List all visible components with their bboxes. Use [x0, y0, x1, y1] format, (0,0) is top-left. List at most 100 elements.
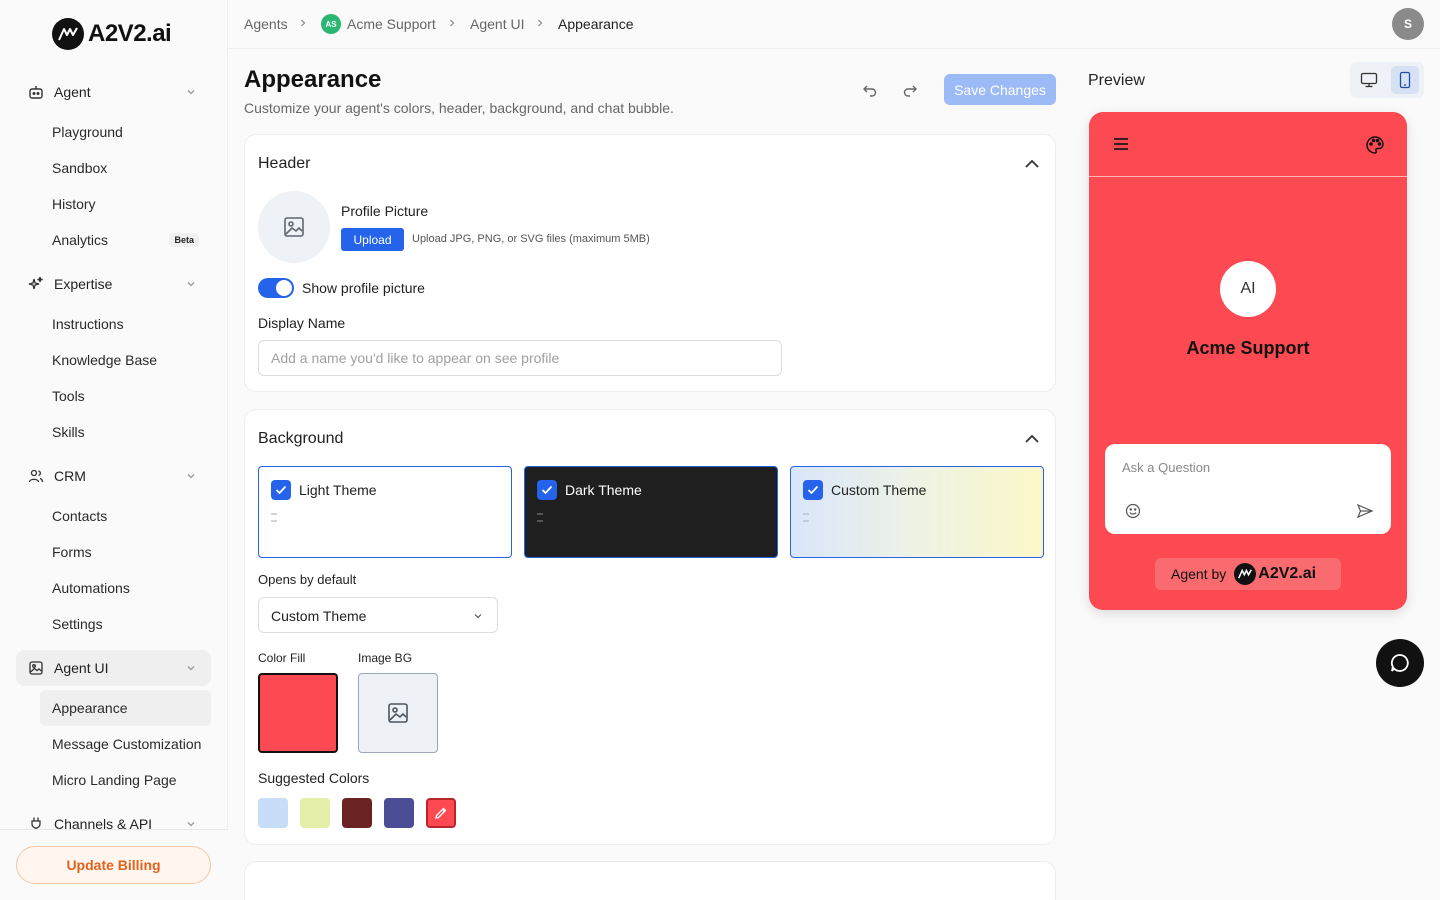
- preview-title: Preview: [1088, 72, 1145, 89]
- upload-hint: Upload JPG, PNG, or SVG files (maximum 5…: [412, 233, 650, 245]
- image-bg-picker[interactable]: [358, 673, 438, 753]
- theme-card-custom[interactable]: Custom Theme: [790, 466, 1044, 558]
- profile-picture-placeholder[interactable]: [258, 191, 330, 263]
- breadcrumb-appearance: Appearance: [558, 16, 634, 32]
- theme-label: Custom Theme: [831, 482, 927, 498]
- mobile-icon: [1399, 71, 1411, 89]
- checkbox-checked-icon[interactable]: [537, 480, 557, 500]
- header-section-card: Header Profile Picture Upload Upload JPG…: [244, 134, 1056, 392]
- chevron-right-icon: [301, 19, 306, 27]
- nav-item-settings[interactable]: Settings: [40, 606, 211, 642]
- chevron-right-icon: [538, 19, 543, 27]
- nav-group-label: Agent: [54, 84, 91, 100]
- suggested-color-swatch[interactable]: [342, 798, 372, 828]
- custom-color-picker-button[interactable]: [426, 798, 456, 828]
- show-profile-label: Show profile picture: [302, 280, 425, 296]
- chevron-up-icon[interactable]: [1023, 430, 1041, 448]
- nav-item-label: Analytics: [52, 232, 109, 248]
- suggested-color-swatch[interactable]: [258, 798, 288, 828]
- redo-button[interactable]: [896, 76, 924, 104]
- checkbox-checked-icon[interactable]: [803, 480, 823, 500]
- brand-logo[interactable]: A2V2.ai: [52, 16, 172, 52]
- checkbox-checked-icon[interactable]: [271, 480, 291, 500]
- chevron-down-icon: [187, 474, 195, 479]
- device-toggle: [1350, 62, 1424, 98]
- chevron-down-icon: [187, 282, 195, 287]
- upload-button[interactable]: Upload: [341, 228, 404, 251]
- chevron-down-icon: [187, 90, 195, 95]
- nav-group-agent[interactable]: Agent: [16, 74, 211, 110]
- chat-bubble-icon: [1390, 654, 1409, 672]
- color-fill-swatch[interactable]: [258, 673, 338, 753]
- chevron-up-icon[interactable]: [1023, 155, 1041, 173]
- show-profile-toggle[interactable]: [258, 278, 294, 298]
- nav-item-contacts[interactable]: Contacts: [40, 498, 211, 534]
- breadcrumb-acme-support[interactable]: Acme Support: [347, 16, 436, 32]
- beta-badge: Beta: [169, 233, 199, 247]
- nav-item-tools[interactable]: Tools: [40, 378, 211, 414]
- display-name-label: Display Name: [258, 315, 346, 331]
- toggle-knob: [276, 280, 292, 296]
- nav-item-micro-landing-page[interactable]: Micro Landing Page: [40, 762, 211, 798]
- suggested-color-swatch[interactable]: [384, 798, 414, 828]
- save-changes-button[interactable]: Save Changes: [944, 74, 1056, 105]
- theme-card-dark[interactable]: Dark Theme: [524, 466, 778, 558]
- preview-line: [537, 520, 543, 522]
- mobile-view-button[interactable]: [1391, 66, 1419, 94]
- page-subtitle: Customize your agent's colors, header, b…: [244, 100, 674, 116]
- chevron-down-icon: [187, 666, 195, 671]
- nav-group-label: Agent UI: [54, 660, 109, 676]
- chat-preview-phone: AI Acme Support Ask a Question Agent by …: [1089, 112, 1407, 610]
- chevron-right-icon: [450, 19, 455, 27]
- nav-item-forms[interactable]: Forms: [40, 534, 211, 570]
- next-section-card: [244, 861, 1056, 900]
- update-billing-button[interactable]: Update Billing: [16, 846, 211, 884]
- theme-label: Dark Theme: [565, 482, 642, 498]
- breadcrumb-agent-ui[interactable]: Agent UI: [470, 16, 524, 32]
- background-section-card: Background Light Theme Dark Theme Custom…: [244, 409, 1056, 845]
- header-section-title: Header: [258, 155, 311, 172]
- header-divider: [1089, 176, 1407, 177]
- nav-item-analytics[interactable]: Analytics Beta: [40, 222, 211, 258]
- suggested-color-swatch[interactable]: [300, 798, 330, 828]
- nav-group-expertise[interactable]: Expertise: [16, 266, 211, 302]
- breadcrumb-agents[interactable]: Agents: [244, 16, 288, 32]
- user-avatar[interactable]: S: [1392, 8, 1424, 40]
- preview-line: [803, 520, 809, 522]
- undo-button[interactable]: [856, 76, 884, 104]
- nav-item-instructions[interactable]: Instructions: [40, 306, 211, 342]
- opens-by-default-select[interactable]: Custom Theme: [258, 597, 498, 633]
- nav-item-appearance[interactable]: Appearance: [40, 690, 211, 726]
- display-name-input[interactable]: [258, 340, 782, 376]
- powered-by-badge[interactable]: Agent by A2V2.ai: [1155, 558, 1341, 590]
- nav-item-playground[interactable]: Playground: [40, 114, 211, 150]
- preview-line: [537, 513, 543, 515]
- preview-line: [803, 513, 809, 515]
- nav-item-history[interactable]: History: [40, 186, 211, 222]
- palette-icon[interactable]: [1365, 135, 1385, 155]
- nav-item-knowledge-base[interactable]: Knowledge Base: [40, 342, 211, 378]
- powered-by-logo: A2V2.ai: [1234, 563, 1316, 585]
- desktop-view-button[interactable]: [1355, 66, 1383, 94]
- nav-item-message-customization[interactable]: Message Customization: [40, 726, 211, 762]
- nav-group-label: Expertise: [54, 276, 113, 292]
- powered-by-label: Agent by: [1171, 566, 1227, 582]
- nav-item-automations[interactable]: Automations: [40, 570, 211, 606]
- image-bg-label: Image BG: [358, 651, 413, 665]
- desktop-icon: [1360, 72, 1378, 88]
- background-section-title: Background: [258, 430, 344, 447]
- nav-item-sandbox[interactable]: Sandbox: [40, 150, 211, 186]
- image-placeholder-icon: [284, 217, 304, 237]
- nav-item-skills[interactable]: Skills: [40, 414, 211, 450]
- emoji-icon[interactable]: [1125, 503, 1141, 519]
- nav-group-crm[interactable]: CRM: [16, 458, 211, 494]
- page-title: Appearance: [244, 66, 382, 93]
- nav-group-agent-ui[interactable]: Agent UI: [16, 650, 211, 686]
- send-icon[interactable]: [1356, 503, 1374, 519]
- menu-icon[interactable]: [1113, 136, 1129, 152]
- powered-by-brand: A2V2.ai: [1258, 565, 1317, 582]
- chat-bubble-button[interactable]: [1376, 639, 1424, 687]
- ask-placeholder: Ask a Question: [1122, 460, 1211, 475]
- theme-card-light[interactable]: Light Theme: [258, 466, 512, 558]
- ask-question-input[interactable]: Ask a Question: [1105, 444, 1391, 534]
